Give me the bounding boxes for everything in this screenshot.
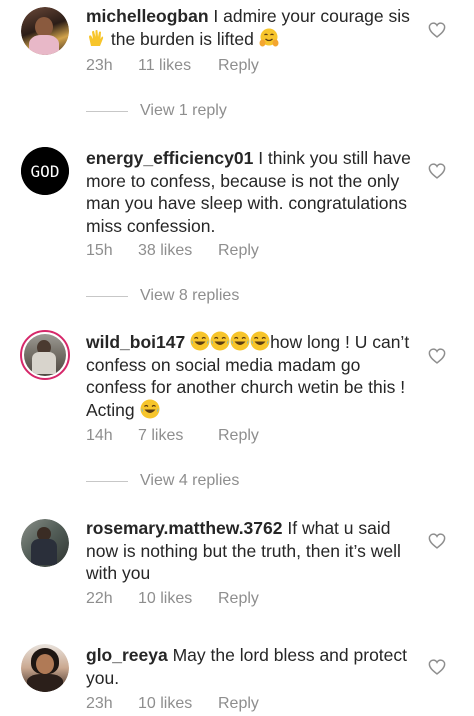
avatar[interactable] — [20, 330, 70, 380]
comment-meta: 22h 10 likes Reply — [86, 590, 259, 608]
timestamp: 23h — [86, 695, 113, 712]
clapping-hands-emoji — [86, 28, 106, 48]
comment-text: rosemary.matthew.3762 If what u said now… — [86, 518, 401, 583]
likes-count[interactable]: 10 likes — [138, 590, 218, 608]
reply-button[interactable]: Reply — [218, 695, 259, 713]
view-replies[interactable]: View 1 reply — [86, 102, 227, 120]
reply-button[interactable]: Reply — [218, 242, 259, 260]
tears-of-joy-emoji — [250, 331, 270, 351]
comment-meta: 23h 11 likes Reply — [86, 57, 259, 75]
tears-of-joy-emoji — [230, 331, 250, 351]
like-heart-icon[interactable] — [428, 659, 446, 675]
username[interactable]: glo_reeya — [86, 645, 168, 665]
tears-of-joy-emoji — [210, 331, 230, 351]
comment-text: energy_efficiency01 I think you still ha… — [86, 148, 411, 236]
divider — [86, 480, 128, 482]
avatar[interactable]: GOD — [21, 147, 69, 195]
reply-button[interactable]: Reply — [218, 427, 259, 445]
like-heart-icon[interactable] — [428, 163, 446, 179]
username[interactable]: rosemary.matthew.3762 — [86, 518, 283, 538]
avatar[interactable] — [21, 644, 69, 692]
username[interactable]: energy_efficiency01 — [86, 148, 253, 168]
avatar[interactable] — [21, 7, 69, 55]
like-heart-icon[interactable] — [428, 533, 446, 549]
timestamp: 14h — [86, 427, 113, 444]
likes-count[interactable]: 10 likes — [138, 695, 218, 713]
view-replies[interactable]: View 8 replies — [86, 287, 239, 305]
divider — [86, 110, 128, 112]
timestamp: 23h — [86, 57, 113, 74]
reply-button[interactable]: Reply — [218, 590, 259, 608]
view-replies-label[interactable]: View 4 replies — [140, 472, 239, 490]
avatar-text: GOD — [30, 161, 60, 181]
likes-count[interactable]: 7 likes — [138, 427, 218, 445]
comment-meta: 14h 7 likes Reply — [86, 427, 259, 445]
reply-button[interactable]: Reply — [218, 57, 259, 75]
like-heart-icon[interactable] — [428, 22, 446, 38]
hugging-face-emoji — [259, 28, 279, 48]
divider — [86, 295, 128, 297]
timestamp: 22h — [86, 590, 113, 607]
comment-meta: 23h 10 likes Reply — [86, 695, 259, 713]
timestamp: 15h — [86, 242, 113, 259]
view-replies-label[interactable]: View 8 replies — [140, 287, 239, 305]
username[interactable]: michelleogban — [86, 6, 209, 26]
comment-text: wild_boi147 how long ! U can’t confess o… — [86, 331, 410, 420]
tears-of-joy-emoji — [190, 331, 210, 351]
username[interactable]: wild_boi147 — [86, 332, 185, 352]
likes-count[interactable]: 38 likes — [138, 242, 218, 260]
tears-of-joy-emoji — [140, 399, 160, 419]
like-heart-icon[interactable] — [428, 348, 446, 364]
comment-text: glo_reeya May the lord bless and protect… — [86, 645, 408, 688]
avatar[interactable] — [21, 519, 69, 567]
comment-meta: 15h 38 likes Reply — [86, 242, 259, 260]
view-replies-label[interactable]: View 1 reply — [140, 102, 227, 120]
comment-text: michelleogban I admire your courage sis … — [86, 6, 410, 49]
view-replies[interactable]: View 4 replies — [86, 472, 239, 490]
likes-count[interactable]: 11 likes — [138, 57, 218, 75]
